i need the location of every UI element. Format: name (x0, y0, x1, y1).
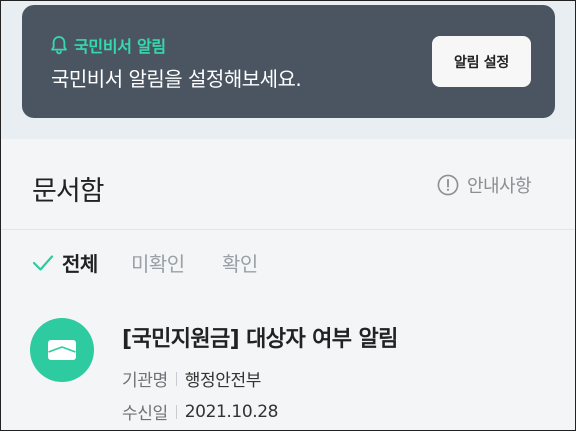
banner-title: 국민비서 알림 (74, 37, 166, 56)
notification-settings-button[interactable]: 알림 설정 (432, 36, 531, 87)
notice-label: 안내사항 (467, 176, 532, 197)
notification-banner: 국민비서 알림 국민비서 알림을 설정해보세요. 알림 설정 (22, 5, 555, 118)
agency-value: 행정안전부 (184, 371, 262, 391)
agency-row: 기관명 행정안전부 (122, 366, 261, 391)
envelope-icon-badge (30, 318, 94, 382)
document-list-item[interactable]: [국민지원금] 대상자 여부 알림 기관명 행정안전부 수신일 2021.10.… (1, 298, 575, 430)
agency-label: 기관명 (122, 371, 168, 391)
tab-read-label: 확인 (222, 252, 258, 276)
info-icon (437, 174, 459, 196)
banner-title-row: 국민비서 알림 (50, 33, 166, 57)
meta-divider (175, 371, 177, 386)
envelope-icon (48, 340, 76, 360)
tab-read[interactable]: 확인 (222, 248, 258, 277)
notice-link[interactable]: 안내사항 (437, 172, 532, 198)
document-box-header: 문서함 안내사항 (1, 139, 575, 229)
banner-message: 국민비서 알림을 설정해보세요. (51, 67, 302, 91)
tab-unread[interactable]: 미확인 (131, 248, 185, 277)
received-date-label: 수신일 (122, 404, 168, 424)
tab-all-label: 전체 (62, 252, 98, 276)
document-title: [국민지원금] 대상자 여부 알림 (122, 327, 398, 352)
bell-icon (51, 36, 67, 55)
received-date-value: 2021.10.28 (184, 401, 279, 422)
tab-all[interactable]: 전체 (32, 248, 98, 277)
notification-area: 국민비서 알림 국민비서 알림을 설정해보세요. 알림 설정 (1, 1, 575, 139)
app-screen: 국민비서 알림 국민비서 알림을 설정해보세요. 알림 설정 문서함 안내사항 … (0, 0, 576, 431)
page-title: 문서함 (32, 176, 105, 207)
tab-unread-label: 미확인 (131, 252, 185, 276)
check-icon (32, 254, 54, 271)
date-row: 수신일 2021.10.28 (122, 399, 279, 425)
filter-tabs: 전체 미확인 확인 (1, 229, 575, 299)
meta-divider (175, 404, 177, 419)
